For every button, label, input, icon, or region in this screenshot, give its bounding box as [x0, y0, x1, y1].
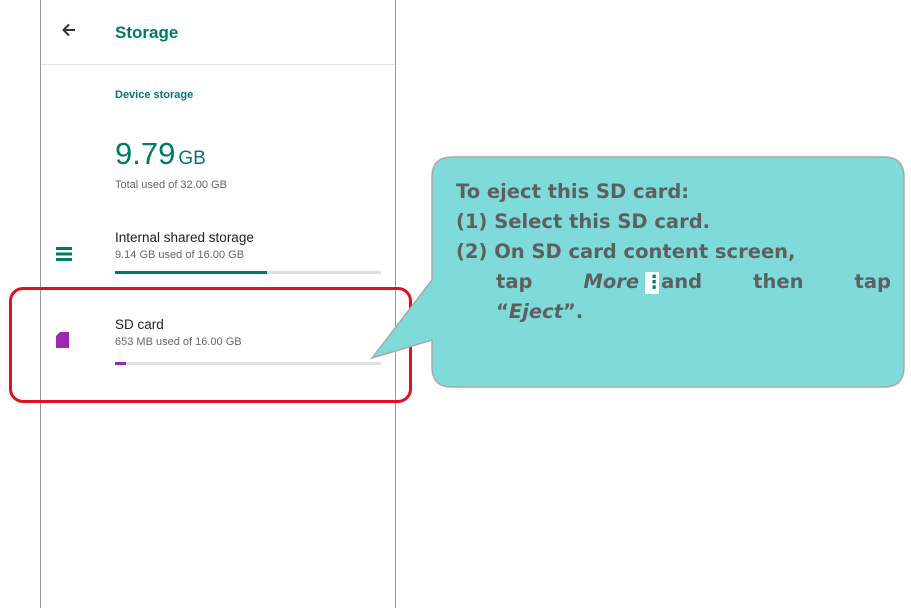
- step-2-tap: tap: [496, 270, 533, 293]
- callout-heading: To eject this SD card:: [456, 180, 690, 203]
- callout-step-1: (1) Select this SD card.: [456, 207, 891, 237]
- step-2-more: More: [583, 270, 640, 293]
- step-2-and: and: [661, 270, 703, 293]
- eject-open-quote: “: [496, 300, 509, 323]
- step-1-number: (1): [456, 210, 488, 233]
- step-2-number: (2): [456, 240, 488, 263]
- callout-step-2-eject: “Eject”.: [456, 297, 891, 327]
- callout-step-2: (2) On SD card content screen,: [456, 237, 891, 267]
- callout-text: To eject this SD card: (1) Select this S…: [456, 177, 891, 327]
- step-1-text: Select this SD card.: [494, 210, 711, 233]
- step-2-text: On SD card content screen,: [494, 240, 796, 263]
- step-2-then: then: [753, 270, 804, 293]
- step-2-tap-2: tap: [854, 270, 891, 293]
- step-2-more-group: More ⋮and: [583, 267, 702, 297]
- more-options-icon: ⋮: [645, 271, 664, 294]
- callout-step-2-continued: tap More ⋮and then tap: [456, 267, 891, 297]
- eject-label: Eject: [508, 300, 563, 323]
- eject-close-quote: ”.: [562, 300, 584, 323]
